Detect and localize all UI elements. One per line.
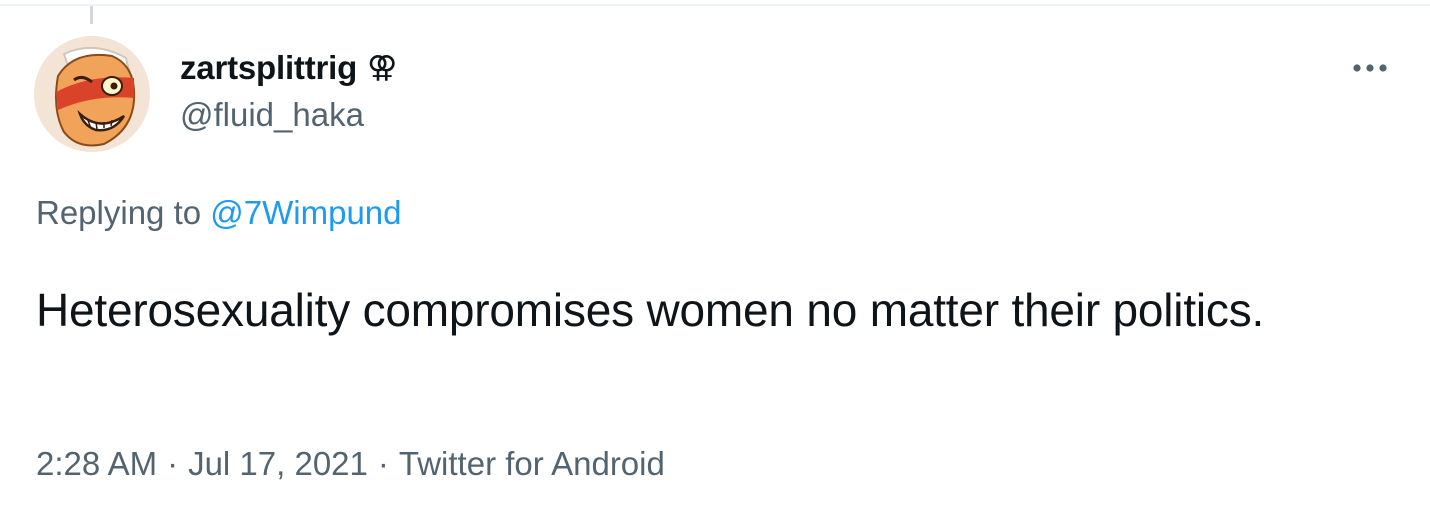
more-button[interactable] — [1350, 48, 1390, 88]
author-name-row: zartsplittrig ⚢ — [180, 48, 397, 88]
metadata-separator: · — [377, 445, 389, 482]
name-symbol-icon: ⚢ — [367, 50, 398, 85]
metadata-separator: · — [167, 445, 179, 482]
replying-to-line: Replying to @7Wimpund — [36, 194, 402, 232]
author-handle[interactable]: @fluid_haka — [180, 96, 364, 134]
tweet-time-link[interactable]: 2:28 AM — [36, 445, 157, 483]
tweet-text: Heterosexuality compromises women no mat… — [36, 284, 1265, 336]
tweet-metadata: 2:28 AM · Jul 17, 2021 · Twitter for And… — [36, 445, 665, 483]
avatar[interactable] — [34, 36, 150, 152]
thread-connector-line — [90, 6, 93, 24]
author-display-name[interactable]: zartsplittrig — [180, 49, 357, 87]
replying-to-mention-link[interactable]: @7Wimpund — [210, 194, 401, 231]
more-horizontal-icon — [1353, 64, 1387, 72]
tweet-source: Twitter for Android — [398, 445, 665, 482]
replying-prefix: Replying to — [36, 194, 211, 231]
tweet-date-link[interactable]: Jul 17, 2021 — [188, 445, 368, 483]
top-divider — [0, 4, 1430, 6]
cartoon-face-avatar-icon — [34, 36, 150, 152]
